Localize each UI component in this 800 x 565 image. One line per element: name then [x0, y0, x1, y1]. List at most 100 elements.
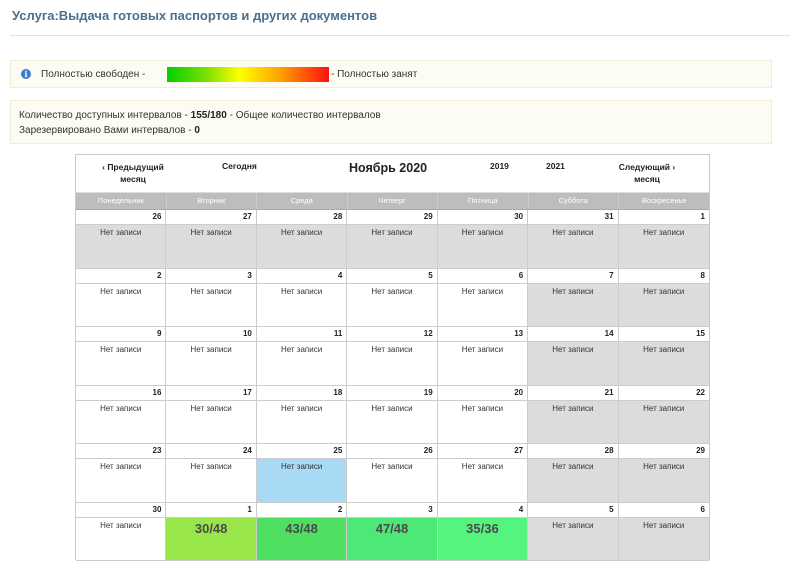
day-cell[interactable]: 28 Нет записи — [256, 210, 348, 269]
day-slot: Нет записи — [437, 283, 528, 326]
day-number: 3 — [166, 268, 256, 284]
no-records-label: Нет записи — [552, 228, 594, 237]
no-records-label: Нет записи — [190, 403, 232, 413]
no-records-label: Нет записи — [100, 462, 142, 471]
no-records-label: Нет записи — [643, 228, 685, 237]
day-slot: Нет записи — [76, 342, 166, 385]
legend-free-label: Полностью свободен - — [41, 69, 146, 80]
day-number: 20 — [437, 385, 528, 401]
day-cell[interactable]: 7 Нет записи — [528, 268, 619, 327]
day-slot: Нет записи — [76, 400, 166, 443]
day-cell[interactable]: 18 Нет записи — [256, 385, 348, 444]
day-number: 29 — [618, 444, 709, 459]
no-records-label: Нет записи — [552, 345, 594, 354]
day-cell[interactable]: 28 Нет записи — [528, 444, 619, 503]
day-slot: Нет записи — [437, 342, 528, 385]
day-slot: Нет записи — [347, 459, 437, 502]
day-number: 14 — [528, 327, 618, 342]
day-slot: Нет записи — [347, 342, 437, 385]
no-records-label: Нет записи — [100, 520, 142, 530]
day-cell[interactable]: 9 Нет записи — [76, 327, 167, 386]
day-cell[interactable]: 5 Нет записи — [528, 502, 619, 561]
day-cell[interactable]: 4 35/36 — [437, 502, 529, 561]
no-records-label: Нет записи — [190, 228, 232, 237]
day-cell[interactable]: 3 Нет записи — [166, 268, 257, 327]
prev-year-button[interactable]: 2019 — [490, 161, 509, 171]
today-button[interactable]: Сегодня — [222, 161, 257, 171]
weekday-wed: Среда — [257, 193, 348, 209]
day-cell[interactable]: 30 Нет записи — [76, 502, 167, 561]
day-number: 1 — [166, 502, 256, 518]
no-records-label: Нет записи — [280, 345, 323, 354]
no-records-label: Нет записи — [190, 462, 232, 471]
day-cell[interactable]: 16 Нет записи — [76, 385, 167, 444]
no-records-label: Нет записи — [371, 462, 413, 471]
reserved-value: 0 — [194, 125, 200, 136]
day-slot: Нет записи — [347, 283, 437, 326]
day-cell[interactable]: 17 Нет записи — [166, 385, 257, 444]
day-cell[interactable]: 6 Нет записи — [437, 268, 529, 327]
day-cell[interactable]: 25 Нет записи — [256, 444, 348, 503]
day-cell[interactable]: 8 Нет записи — [618, 268, 709, 327]
day-cell[interactable]: 10 Нет записи — [166, 327, 257, 386]
day-number: 18 — [256, 385, 347, 401]
day-cell[interactable]: 20 Нет записи — [437, 385, 529, 444]
prev-month-button[interactable]: ‹ Предыдущий месяц — [98, 161, 168, 185]
day-cell[interactable]: 24 Нет записи — [166, 444, 257, 503]
weekday-thu: Четверг — [348, 193, 438, 209]
day-cell[interactable]: 1 30/48 — [166, 502, 257, 561]
day-cell[interactable]: 6 Нет записи — [618, 502, 709, 561]
day-number: 13 — [437, 327, 528, 342]
day-slot: Нет записи — [166, 342, 256, 385]
availability-legend: i Полностью свободен - - Полностью занят — [10, 60, 772, 88]
day-slot: Нет записи — [618, 342, 709, 385]
legend-gradient — [167, 67, 329, 82]
day-number: 15 — [618, 327, 709, 342]
day-slot: Нет записи — [618, 283, 709, 326]
day-cell[interactable]: 29 Нет записи — [347, 210, 438, 269]
no-records-label: Нет записи — [461, 345, 504, 354]
weekday-header: Понедельник Вторник Среда Четверг Пятниц… — [76, 193, 709, 210]
available-intervals-row: Количество доступных интервалов - 155/18… — [19, 110, 381, 121]
slot-count: 47/48 — [375, 520, 409, 536]
next-year-button[interactable]: 2021 — [546, 161, 565, 171]
no-records-label: Нет записи — [643, 462, 685, 471]
day-cell[interactable]: 2 43/48 — [256, 502, 348, 561]
no-records-label: Нет записи — [371, 403, 413, 413]
day-number: 2 — [256, 502, 347, 518]
day-cell[interactable]: 1 Нет записи — [618, 210, 709, 269]
day-slot: Нет записи — [76, 517, 166, 560]
day-slot: Нет записи — [256, 459, 347, 502]
day-cell[interactable]: 2 Нет записи — [76, 268, 167, 327]
day-slot: Нет записи — [437, 400, 528, 443]
day-cell[interactable]: 22 Нет записи — [618, 385, 709, 444]
next-month-button[interactable]: Следующий › месяц — [618, 161, 676, 185]
day-cell[interactable]: 26 Нет записи — [347, 444, 438, 503]
day-cell[interactable]: 15 Нет записи — [618, 327, 709, 386]
day-cell[interactable]: 13 Нет записи — [437, 327, 529, 386]
day-cell[interactable]: 19 Нет записи — [347, 385, 438, 444]
no-records-label: Нет записи — [643, 286, 685, 296]
day-cell[interactable]: 4 Нет записи — [256, 268, 348, 327]
day-cell[interactable]: 5 Нет записи — [347, 268, 438, 327]
day-cell[interactable]: 27 Нет записи — [437, 444, 529, 503]
day-cell[interactable]: 26 Нет записи — [76, 210, 167, 269]
day-slot: 35/36 — [437, 517, 528, 560]
day-slot: Нет записи — [166, 400, 256, 443]
day-number: 29 — [347, 210, 437, 225]
weekday-sun: Воскресенье — [641, 196, 687, 205]
day-cell[interactable]: 31 Нет записи — [528, 210, 619, 269]
day-cell[interactable]: 30 Нет записи — [437, 210, 529, 269]
day-cell[interactable]: 21 Нет записи — [528, 385, 619, 444]
day-cell[interactable]: 27 Нет записи — [166, 210, 257, 269]
day-cell[interactable]: 3 47/48 — [347, 502, 438, 561]
day-slot: Нет записи — [166, 283, 256, 326]
day-cell[interactable]: 12 Нет записи — [347, 327, 438, 386]
divider — [10, 35, 790, 36]
day-cell[interactable]: 29 Нет записи — [618, 444, 709, 503]
no-records-label: Нет записи — [643, 520, 685, 530]
day-cell[interactable]: 23 Нет записи — [76, 444, 167, 503]
day-cell[interactable]: 11 Нет записи — [256, 327, 348, 386]
day-cell[interactable]: 14 Нет записи — [528, 327, 619, 386]
no-records-label: Нет записи — [100, 286, 142, 296]
